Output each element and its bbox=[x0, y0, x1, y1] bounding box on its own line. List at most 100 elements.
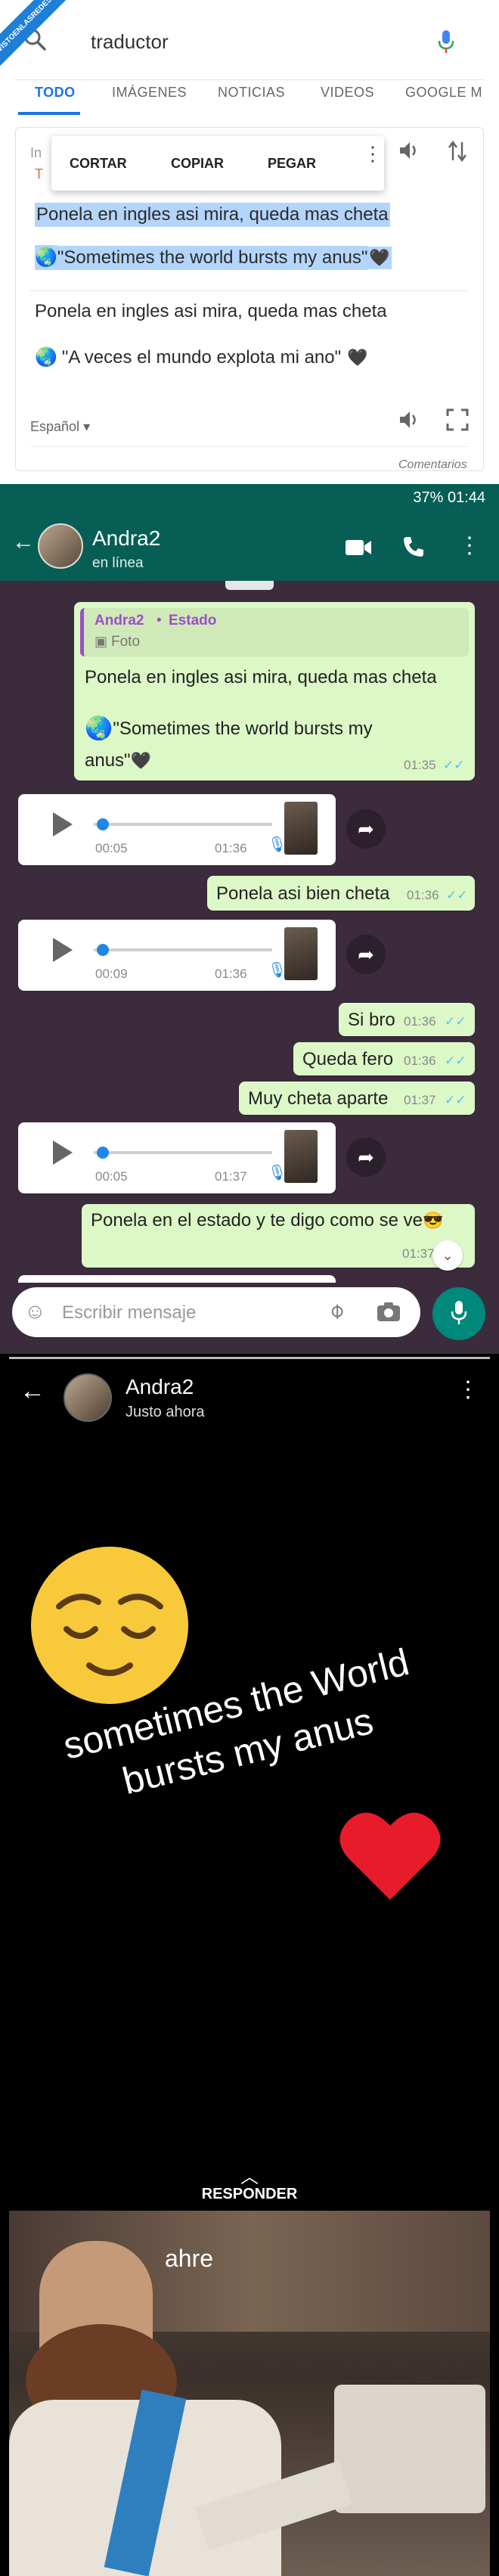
tab-noticias[interactable]: NOTICIAS bbox=[218, 85, 285, 101]
copy-menu-item[interactable]: COPIAR bbox=[171, 156, 224, 172]
forward-icon[interactable]: ➦ bbox=[346, 935, 386, 974]
voice-progress-track[interactable] bbox=[94, 823, 272, 826]
globe-emoji-icon: 🌏 bbox=[35, 347, 57, 368]
voice-progress-knob[interactable] bbox=[97, 818, 109, 830]
translation-row: 🌏 "A veces el mundo explota mi ano" 🖤 bbox=[35, 346, 368, 368]
voice-progress-knob[interactable] bbox=[97, 1147, 109, 1159]
photo-icon: ▣ bbox=[95, 634, 108, 649]
sender-thumbnail bbox=[284, 802, 318, 855]
voice-note[interactable]: 00:09 01:36 🎙 bbox=[18, 920, 336, 991]
previous-message-edge bbox=[225, 581, 274, 590]
read-ticks-icon: ✓✓ bbox=[446, 888, 468, 902]
play-icon[interactable] bbox=[53, 812, 73, 836]
paste-menu-item[interactable]: PEGAR bbox=[268, 156, 316, 172]
selected-source-text[interactable]: Ponela en ingles asi mira, queda mas che… bbox=[35, 203, 390, 227]
more-options-icon[interactable]: ⋮ bbox=[363, 144, 383, 163]
outgoing-message[interactable]: Ponela en el estado y te digo como se ve… bbox=[82, 1204, 475, 1268]
contact-avatar[interactable] bbox=[38, 523, 83, 569]
speaker-icon[interactable] bbox=[398, 139, 420, 162]
selected-translation-row[interactable]: 🌏 "Sometimes the world bursts my anus" 🖤 bbox=[35, 245, 392, 270]
story-time: Justo ahora bbox=[126, 1404, 205, 1420]
play-icon[interactable] bbox=[53, 1141, 73, 1165]
message-input[interactable]: Escribir mensaje bbox=[62, 1302, 196, 1324]
back-arrow-icon[interactable]: ← bbox=[12, 529, 35, 555]
google-search-bar[interactable] bbox=[15, 8, 484, 80]
message-time: 01:36 bbox=[407, 888, 439, 902]
message-text: Ponela asi bien cheta bbox=[216, 883, 390, 904]
comments-link[interactable]: Comentarios bbox=[398, 458, 467, 472]
message-text: Ponela en el estado y te digo como se ve bbox=[91, 1210, 423, 1231]
story-avatar[interactable] bbox=[64, 1373, 112, 1422]
photo-caption: ahre bbox=[165, 2245, 214, 2272]
read-ticks-icon: ✓✓ bbox=[445, 1054, 466, 1068]
voice-duration: 00:09 bbox=[95, 967, 128, 981]
contact-status: en línea bbox=[92, 555, 144, 571]
voice-call-icon[interactable] bbox=[402, 535, 425, 558]
sender-thumbnail bbox=[284, 927, 318, 980]
microphone-icon bbox=[451, 1301, 467, 1324]
emoji-icon[interactable]: ☺ bbox=[24, 1299, 46, 1324]
forward-icon[interactable]: ➦ bbox=[346, 1137, 386, 1177]
tab-videos[interactable]: VIDEOS bbox=[321, 85, 374, 101]
search-query[interactable]: traductor bbox=[91, 30, 169, 54]
forward-icon[interactable]: ➦ bbox=[346, 809, 386, 849]
translation-text: "A veces el mundo explota mi ano" bbox=[61, 346, 342, 368]
chat-menu-icon[interactable]: ⋮ bbox=[458, 532, 481, 559]
scroll-down-icon[interactable]: ⌄ bbox=[432, 1240, 463, 1271]
mic-badge-icon: 🎙 bbox=[268, 836, 287, 853]
record-voice-button[interactable] bbox=[432, 1287, 485, 1340]
message-time: 01:37 bbox=[402, 1246, 435, 1261]
cut-menu-item[interactable]: CORTAR bbox=[70, 156, 127, 172]
quoted-status[interactable]: Andra2 • Estado ▣ Foto bbox=[80, 608, 469, 656]
message-text: Queda fero bbox=[302, 1049, 394, 1069]
back-arrow-icon[interactable]: ← bbox=[20, 1376, 45, 1406]
video-call-icon[interactable] bbox=[345, 538, 372, 557]
speaker-icon[interactable] bbox=[398, 408, 420, 431]
voice-time: 01:36 bbox=[215, 967, 247, 981]
mic-badge-icon: 🎙 bbox=[268, 1165, 287, 1181]
voice-note[interactable]: 00:05 01:37 🎙 bbox=[18, 1122, 336, 1193]
quoted-line-2: "Sometimes the world bursts my bbox=[113, 718, 373, 739]
chevron-up-icon[interactable]: ︿ bbox=[240, 2162, 259, 2188]
contact-name[interactable]: Andra2 bbox=[92, 526, 160, 551]
black-heart-icon: 🖤 bbox=[367, 246, 392, 269]
fullscreen-icon[interactable] bbox=[446, 408, 469, 431]
voice-progress-knob[interactable] bbox=[97, 944, 109, 956]
read-ticks-icon: ✓✓ bbox=[445, 1014, 466, 1029]
sender-thumbnail bbox=[284, 1130, 318, 1183]
language-label: Español bbox=[30, 419, 80, 434]
whatsapp-chat-screenshot: 37% 01:44 ← Andra2 en línea ⋮ Andra2 • E… bbox=[0, 484, 499, 1354]
tab-google-more[interactable]: GOOGLE M bbox=[405, 85, 482, 101]
story-author: Andra2 bbox=[126, 1375, 194, 1398]
tab-todo[interactable]: TODO bbox=[35, 85, 76, 101]
outgoing-message[interactable]: Ponela asi bien cheta 01:36 ✓✓ bbox=[207, 876, 475, 911]
target-language-select[interactable]: Español ▾ bbox=[30, 419, 90, 435]
voice-progress-track[interactable] bbox=[94, 1151, 272, 1154]
tab-imagenes[interactable]: IMÁGENES bbox=[112, 85, 187, 101]
crt-monitor bbox=[334, 2385, 485, 2513]
reply-bubble[interactable]: Andra2 • Estado ▣ Foto Ponela en ingles … bbox=[74, 602, 475, 781]
voice-note[interactable]: 00:05 01:36 🎙 bbox=[18, 794, 336, 865]
source-label-peek-2: T bbox=[35, 166, 43, 182]
outgoing-message[interactable]: Muy cheta aparte 01:37 ✓✓ bbox=[239, 1082, 475, 1115]
message-time: 01:36 bbox=[404, 1014, 436, 1029]
quoted-type: Estado bbox=[169, 613, 217, 628]
quoted-author: Andra2 bbox=[95, 613, 144, 628]
message-time: 01:36 bbox=[404, 1054, 436, 1068]
story-menu-icon[interactable]: ⋮ bbox=[457, 1376, 479, 1403]
text-context-menu: CORTAR COPIAR PEGAR ⋮ bbox=[51, 136, 384, 191]
outgoing-message[interactable]: Si bro 01:36 ✓✓ bbox=[339, 1003, 475, 1036]
message-time: 01:35 bbox=[404, 758, 436, 772]
play-icon[interactable] bbox=[53, 938, 73, 962]
swap-languages-icon[interactable] bbox=[448, 139, 467, 163]
sunglasses-emoji-icon: 😎 bbox=[422, 1211, 444, 1230]
voice-progress-track[interactable] bbox=[94, 948, 272, 951]
status-bar: 37% 01:44 bbox=[0, 484, 499, 510]
message-input-bar[interactable]: ☺ Escribir mensaje ⌀ bbox=[12, 1287, 420, 1337]
camera-icon[interactable] bbox=[377, 1301, 401, 1322]
reply-button[interactable]: RESPONDER bbox=[0, 2186, 499, 2203]
microphone-icon[interactable] bbox=[437, 29, 455, 54]
outgoing-message[interactable]: Queda fero 01:36 ✓✓ bbox=[293, 1042, 475, 1075]
globe-emoji-icon: 🌏 bbox=[35, 245, 57, 270]
attach-icon[interactable]: ⌀ bbox=[323, 1297, 349, 1324]
